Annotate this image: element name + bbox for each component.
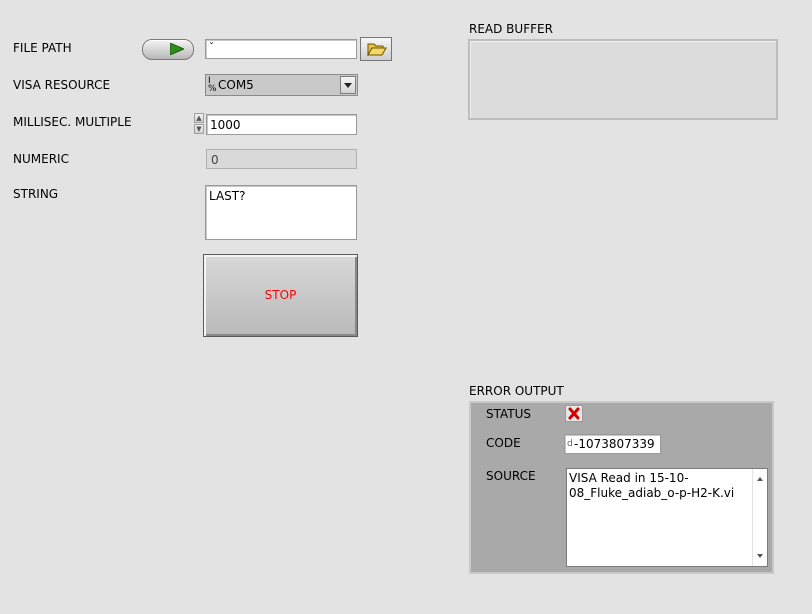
visa-resource-label: VISA RESOURCE bbox=[13, 78, 111, 92]
numeric-indicator: 0 bbox=[206, 149, 357, 169]
source-indicator: VISA Read in 15-10-08_Fluke_adiab_o-p-H2… bbox=[566, 468, 768, 567]
browse-button[interactable] bbox=[360, 37, 392, 61]
scroll-down-icon[interactable] bbox=[757, 554, 763, 558]
folder-open-icon bbox=[367, 43, 387, 56]
millisec-spinner[interactable]: ▲ ▼ bbox=[194, 113, 205, 135]
string-input[interactable]: LAST? bbox=[205, 185, 357, 240]
source-scrollbar[interactable] bbox=[752, 469, 767, 566]
numeric-value: 0 bbox=[211, 153, 219, 167]
read-buffer-indicator bbox=[468, 39, 778, 120]
i32-icon: d bbox=[567, 439, 573, 449]
visa-resource-select[interactable]: I% COM5 bbox=[205, 74, 358, 96]
decrement-arrow-icon[interactable]: ▼ bbox=[194, 124, 204, 134]
visa-resource-icon: I% bbox=[208, 76, 217, 94]
string-value: LAST? bbox=[209, 189, 246, 203]
status-label: STATUS bbox=[486, 407, 532, 421]
code-label: CODE bbox=[486, 436, 521, 450]
visa-resource-value: COM5 bbox=[218, 78, 254, 92]
source-label: SOURCE bbox=[486, 469, 536, 483]
dropdown-button[interactable] bbox=[340, 76, 356, 94]
numeric-label: NUMERIC bbox=[13, 152, 69, 166]
file-path-toggle-button[interactable] bbox=[142, 39, 194, 60]
read-buffer-label: READ BUFFER bbox=[469, 22, 553, 36]
millisec-multiple-input[interactable]: 1000 bbox=[206, 114, 357, 135]
chevron-down-icon bbox=[344, 83, 352, 88]
scroll-up-icon[interactable] bbox=[757, 477, 763, 481]
file-path-input[interactable]: ˇ bbox=[205, 39, 357, 59]
source-value: VISA Read in 15-10-08_Fluke_adiab_o-p-H2… bbox=[569, 471, 735, 500]
file-path-label: FILE PATH bbox=[13, 41, 72, 55]
play-arrow-icon bbox=[170, 43, 184, 55]
status-indicator bbox=[565, 405, 583, 422]
string-label: STRING bbox=[13, 187, 59, 201]
millisec-multiple-label: MILLISEC. MULTIPLE bbox=[13, 115, 132, 129]
path-icon: ˇ bbox=[209, 42, 214, 53]
error-x-icon bbox=[568, 407, 580, 420]
increment-arrow-icon[interactable]: ▲ bbox=[194, 113, 204, 123]
stop-button[interactable]: STOP bbox=[203, 254, 358, 337]
error-output-label: ERROR OUTPUT bbox=[469, 384, 564, 398]
millisec-multiple-value: 1000 bbox=[210, 118, 241, 132]
code-value: -1073807339 bbox=[574, 437, 655, 451]
code-indicator: d -1073807339 bbox=[564, 434, 661, 454]
